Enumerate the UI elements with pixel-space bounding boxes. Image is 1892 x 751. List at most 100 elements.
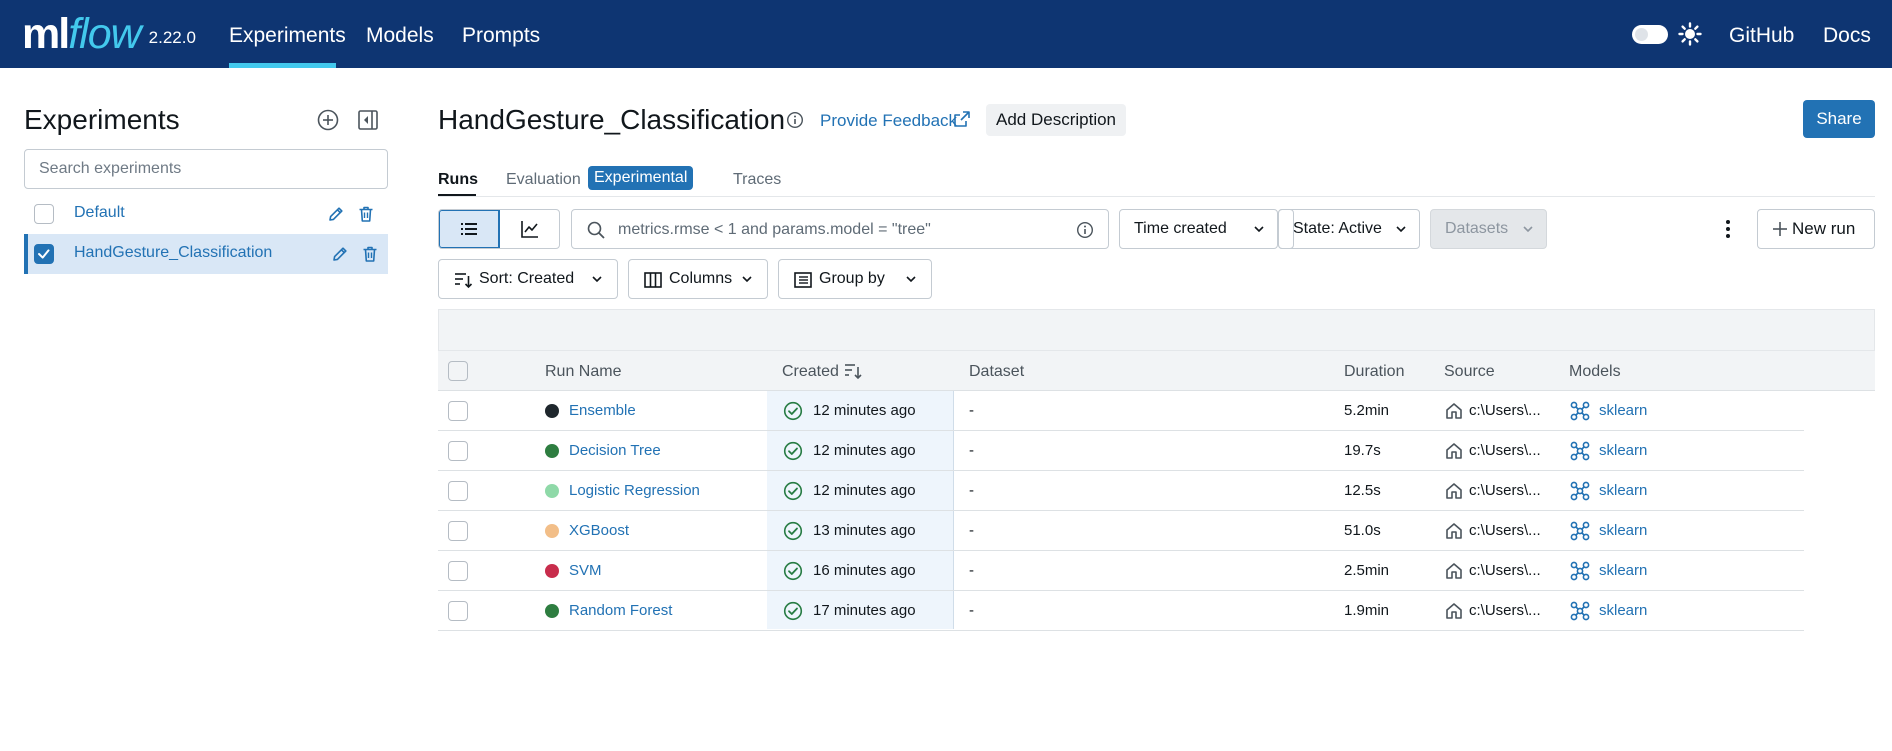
run-color-dot[interactable] (545, 444, 559, 458)
run-source[interactable]: c:\Users\... (1469, 482, 1541, 499)
sort-icon (455, 273, 473, 289)
plus-icon (1773, 222, 1787, 236)
info-icon[interactable] (786, 111, 804, 129)
header-created[interactable]: Created (782, 363, 839, 381)
run-color-dot[interactable] (545, 604, 559, 618)
source-icon (1446, 523, 1462, 539)
run-dataset: - (969, 402, 974, 419)
run-model-link[interactable]: sklearn (1599, 442, 1647, 459)
table-group-header (438, 309, 1875, 351)
external-link-icon[interactable] (953, 110, 971, 128)
tab-runs[interactable]: Runs (438, 171, 478, 189)
row-checkbox[interactable] (448, 561, 468, 581)
nav-docs[interactable]: Docs (1823, 0, 1871, 68)
run-model-link[interactable]: sklearn (1599, 402, 1647, 419)
collapse-sidebar-icon[interactable] (356, 108, 380, 132)
run-color-dot[interactable] (545, 564, 559, 578)
sort-descending-icon[interactable] (843, 361, 863, 381)
edit-icon[interactable] (330, 244, 350, 264)
run-name-link[interactable]: Ensemble (569, 402, 636, 419)
group-by-dropdown[interactable]: Group by (778, 259, 932, 299)
nav-github[interactable]: GitHub (1729, 0, 1794, 68)
table-header: Run Name Created Dataset Duration Source… (438, 351, 1875, 391)
mlflow-logo[interactable]: ml flow 2.22.0 (22, 4, 196, 60)
model-icon (1570, 401, 1590, 421)
state-dropdown[interactable]: State: Active (1278, 209, 1420, 249)
table-row[interactable]: XGBoost 13 minutes ago - 51.0s c:\Users\… (438, 511, 1804, 551)
run-model-link[interactable]: sklearn (1599, 602, 1647, 619)
header-run-name[interactable]: Run Name (545, 363, 621, 381)
nav-models[interactable]: Models (366, 0, 434, 68)
check-icon (38, 249, 50, 259)
run-source[interactable]: c:\Users\... (1469, 602, 1541, 619)
tab-evaluation[interactable]: Evaluation (506, 171, 581, 189)
header-models[interactable]: Models (1569, 363, 1621, 381)
share-button[interactable]: Share (1803, 100, 1875, 138)
experiment-checkbox[interactable] (34, 204, 54, 224)
experimental-badge: Experimental (588, 166, 694, 190)
select-all-checkbox[interactable] (448, 361, 468, 381)
row-checkbox[interactable] (448, 401, 468, 421)
run-name-link[interactable]: Random Forest (569, 602, 672, 619)
header-dataset[interactable]: Dataset (969, 363, 1024, 381)
row-checkbox[interactable] (448, 601, 468, 621)
experiment-search-input[interactable] (24, 149, 388, 189)
theme-toggle[interactable] (1632, 25, 1668, 44)
experiment-checkbox-checked[interactable] (34, 244, 54, 264)
table-row[interactable]: Decision Tree 12 minutes ago - 19.7s c:\… (438, 431, 1804, 471)
new-run-label: New run (1792, 219, 1856, 238)
run-model-link[interactable]: sklearn (1599, 482, 1647, 499)
more-options-icon[interactable] (1718, 217, 1738, 241)
table-row[interactable]: Logistic Regression 12 minutes ago - 12.… (438, 471, 1804, 511)
run-model-link[interactable]: sklearn (1599, 522, 1647, 539)
run-source[interactable]: c:\Users\... (1469, 402, 1541, 419)
add-description-button[interactable]: Add Description (986, 104, 1127, 136)
row-checkbox[interactable] (448, 481, 468, 501)
new-run-button[interactable]: New run (1757, 209, 1875, 249)
run-name-link[interactable]: Decision Tree (569, 442, 661, 459)
search-info-icon[interactable] (1076, 221, 1094, 239)
run-search-input[interactable]: metrics.rmse < 1 and params.model = "tre… (571, 209, 1109, 249)
sort-dropdown[interactable]: Sort: Created (438, 259, 618, 299)
header-duration[interactable]: Duration (1344, 363, 1404, 381)
search-icon (587, 221, 605, 239)
run-color-dot[interactable] (545, 404, 559, 418)
success-icon (783, 521, 803, 541)
add-experiment-icon[interactable] (316, 108, 340, 132)
success-icon (783, 561, 803, 581)
edit-icon[interactable] (326, 204, 346, 224)
nav-experiments[interactable]: Experiments (229, 0, 346, 68)
columns-dropdown[interactable]: Columns (628, 259, 768, 299)
table-row[interactable]: SVM 16 minutes ago - 2.5min c:\Users\...… (438, 551, 1804, 591)
model-icon (1570, 481, 1590, 501)
run-created: 17 minutes ago (813, 602, 916, 619)
run-source[interactable]: c:\Users\... (1469, 442, 1541, 459)
run-source[interactable]: c:\Users\... (1469, 562, 1541, 579)
sun-icon[interactable] (1678, 22, 1702, 46)
run-model-link[interactable]: sklearn (1599, 562, 1647, 579)
run-name-link[interactable]: XGBoost (569, 522, 629, 539)
chart-view-button[interactable] (500, 210, 560, 248)
experiment-item-default[interactable]: Default (24, 194, 388, 234)
run-name-link[interactable]: SVM (569, 562, 602, 579)
table-view-button[interactable] (439, 210, 500, 248)
run-source[interactable]: c:\Users\... (1469, 522, 1541, 539)
row-checkbox[interactable] (448, 521, 468, 541)
table-row[interactable]: Random Forest 17 minutes ago - 1.9min c:… (438, 591, 1804, 631)
run-color-dot[interactable] (545, 524, 559, 538)
nav-prompts[interactable]: Prompts (462, 0, 540, 68)
run-color-dot[interactable] (545, 484, 559, 498)
experiment-name[interactable]: HandGesture_Classification (74, 244, 272, 262)
run-name-link[interactable]: Logistic Regression (569, 482, 700, 499)
delete-icon[interactable] (360, 244, 380, 264)
provide-feedback-link[interactable]: Provide Feedback (820, 111, 957, 131)
header-source[interactable]: Source (1444, 363, 1495, 381)
tab-traces[interactable]: Traces (733, 171, 781, 189)
row-checkbox[interactable] (448, 441, 468, 461)
model-icon (1570, 601, 1590, 621)
table-row[interactable]: Ensemble 12 minutes ago - 5.2min c:\User… (438, 391, 1804, 431)
time-created-dropdown[interactable]: Time created (1119, 209, 1278, 249)
experiment-item-handgesture[interactable]: HandGesture_Classification (24, 234, 388, 274)
experiment-name[interactable]: Default (74, 204, 125, 222)
delete-icon[interactable] (356, 204, 376, 224)
